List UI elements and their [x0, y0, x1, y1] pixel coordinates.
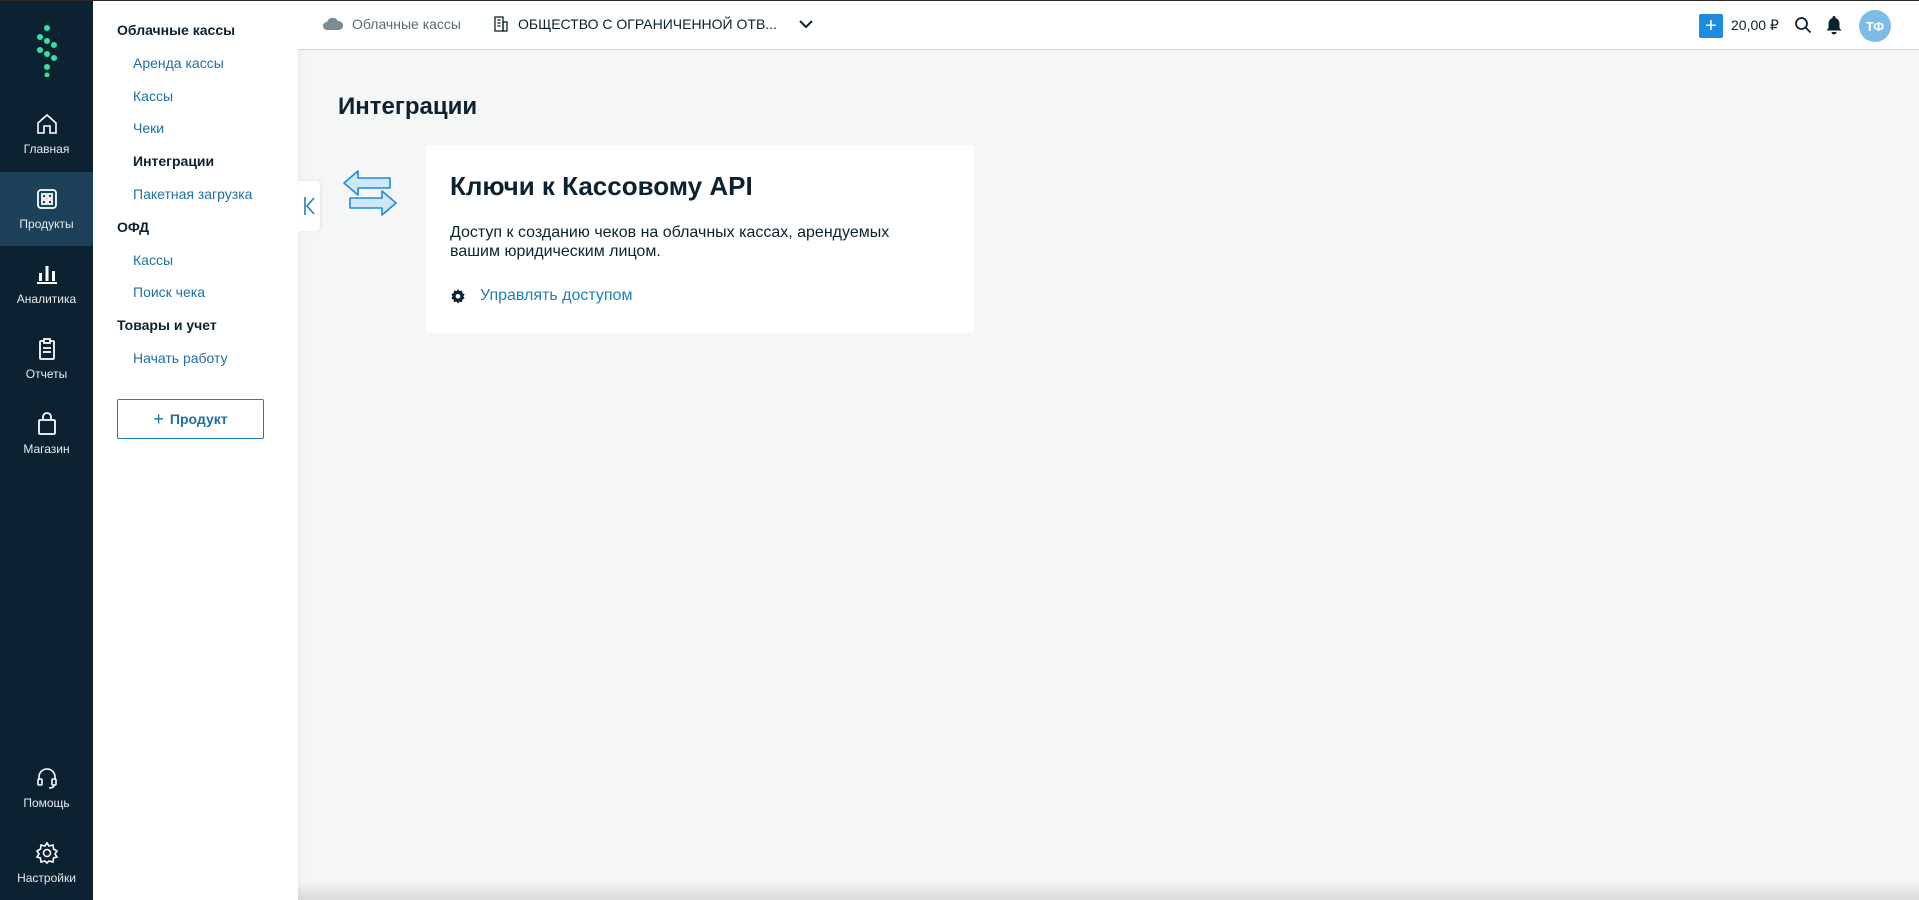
rail-item-store[interactable]: Магазин [0, 397, 93, 471]
grid-icon [36, 189, 57, 209]
chevron-down-icon [799, 19, 813, 28]
subnav-item-registers[interactable]: Кассы [133, 88, 173, 104]
exchange-arrows-icon [343, 170, 397, 216]
top-up-button[interactable]: + [1699, 14, 1723, 38]
rail-item-label: Продукты [19, 217, 74, 231]
add-product-label: Продукт [169, 411, 228, 427]
main-rail: Главная Продукты Аналитика Отчеты Магази… [0, 1, 93, 900]
card-description: Доступ к созданию чеков на облачных касс… [450, 224, 890, 260]
plus-icon: + [153, 408, 164, 429]
bag-icon [37, 412, 56, 435]
chart-icon [36, 266, 57, 284]
subnav-item-get-started[interactable]: Начать работу [133, 350, 228, 366]
user-avatar[interactable]: ТФ [1859, 10, 1891, 42]
subnav-item-find-receipt[interactable]: Поиск чека [133, 284, 205, 300]
organization-name: ОБЩЕСТВО С ОГРАНИЧЕННОЙ ОТВ... [518, 16, 777, 32]
gear-icon [451, 289, 465, 304]
rail-item-home[interactable]: Главная [0, 97, 93, 171]
logo-icon[interactable] [24, 23, 70, 77]
subnav-item-integrations[interactable]: Интеграции [133, 153, 214, 169]
add-product-button[interactable]: + Продукт [117, 399, 264, 439]
api-keys-card: Ключи к Кассовому API Доступ к созданию … [426, 145, 974, 333]
top-bar: Облачные кассы ОБЩЕСТВО С ОГРАНИЧЕННОЙ О… [298, 1, 1919, 50]
rail-item-label: Магазин [23, 442, 70, 456]
bottom-shadow [298, 881, 1919, 900]
app-window: Главная Продукты Аналитика Отчеты Магази… [0, 0, 1919, 900]
clipboard-icon [38, 338, 55, 360]
rail-item-label: Отчеты [25, 367, 68, 381]
product-switcher[interactable]: Облачные кассы [322, 16, 461, 32]
subnav-item-ofd-registers[interactable]: Кассы [133, 252, 173, 268]
subnav-section-cloud-cash: Облачные кассы [117, 22, 236, 38]
home-icon [36, 113, 57, 134]
card-title: Ключи к Кассовому API [450, 171, 753, 201]
building-icon [494, 16, 508, 32]
subnav-item-batch-upload[interactable]: Пакетная загрузка [133, 186, 252, 202]
manage-access-link[interactable]: Управлять доступом [450, 287, 632, 305]
rail-item-reports[interactable]: Отчеты [0, 322, 93, 396]
rail-item-label: Аналитика [16, 292, 77, 306]
balance-value[interactable]: 20,00 ₽ [1731, 17, 1779, 34]
organization-selector[interactable]: ОБЩЕСТВО С ОГРАНИЧЕННОЙ ОТВ... [494, 16, 813, 32]
search-icon[interactable] [1794, 16, 1812, 34]
bell-icon[interactable] [1825, 15, 1843, 35]
product-name: Облачные кассы [352, 16, 461, 32]
rail-item-label: Настройки [17, 871, 76, 885]
rail-item-analytics[interactable]: Аналитика [0, 247, 93, 321]
subnav-section-goods: Товары и учет [117, 317, 217, 333]
rail-item-help[interactable]: Помощь [0, 751, 93, 825]
manage-access-label: Управлять доступом [480, 287, 633, 304]
subnav-item-receipts[interactable]: Чеки [133, 120, 164, 136]
page-title: Интеграции [338, 93, 478, 120]
rail-item-products[interactable]: Продукты [0, 172, 93, 246]
collapse-sidebar-button[interactable] [298, 181, 320, 231]
cloud-icon [323, 17, 344, 30]
rail-item-label: Главная [23, 142, 70, 156]
rail-item-label: Помощь [23, 796, 70, 810]
product-subnav: Облачные кассы Аренда кассы Кассы Чеки И… [93, 1, 298, 900]
rail-item-settings[interactable]: Настройки [0, 826, 93, 900]
subnav-section-ofd: ОФД [117, 219, 150, 235]
collapse-left-icon [304, 197, 315, 215]
gear-icon [35, 841, 58, 865]
subnav-item-rent-register[interactable]: Аренда кассы [133, 55, 224, 71]
headset-icon [36, 768, 57, 789]
